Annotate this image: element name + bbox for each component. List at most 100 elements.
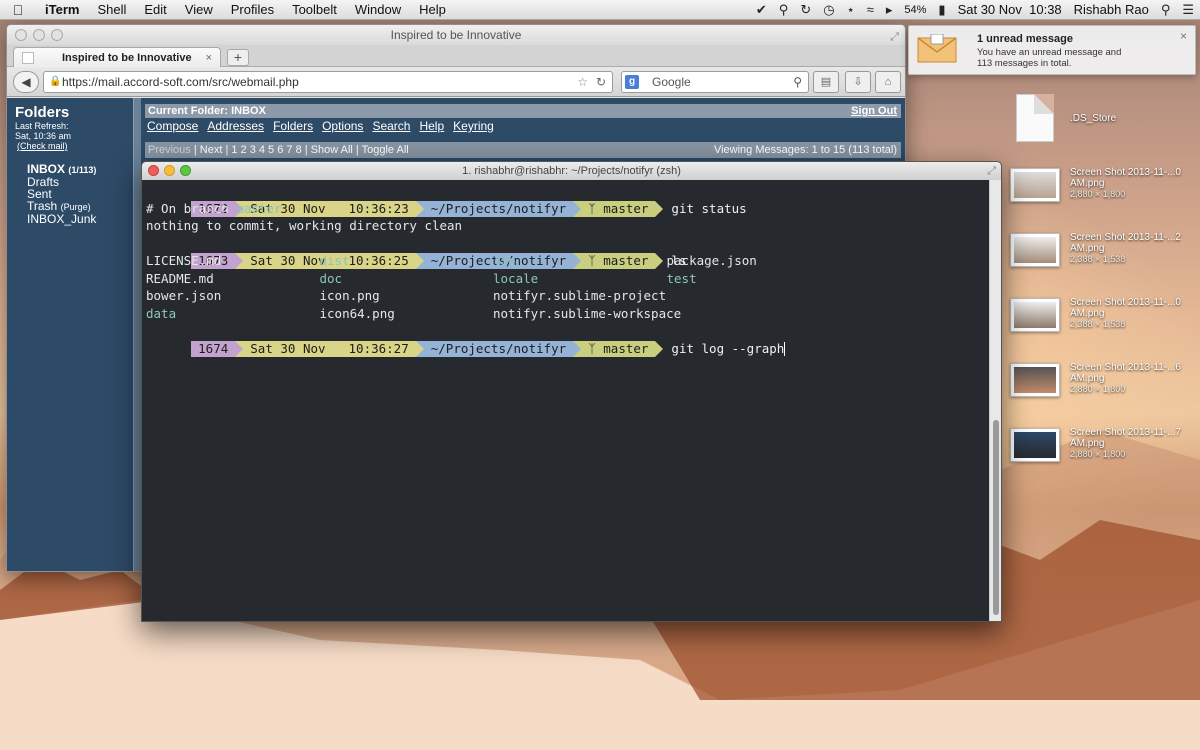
bluetooth-icon[interactable]: ⋆ [841, 0, 861, 20]
menu-profiles[interactable]: Profiles [222, 0, 283, 20]
current-folder: Current Folder: INBOX [148, 105, 266, 117]
screenshot-label[interactable]: Screen Shot 2013-11-...7 AM.png 2,880 × 1… [1070, 427, 1195, 460]
ds-store-label[interactable]: .DS_Store [1070, 113, 1116, 124]
spotlight-icon[interactable]: ⚲ [1155, 0, 1177, 20]
screenshot-label[interactable]: Screen Shot 2013-11-...0 AM.png 2,880 × 1… [1070, 167, 1195, 200]
folder-sidebar: Folders Last Refresh: Sat, 10:36 am (Che… [7, 98, 133, 571]
nav-addresses[interactable]: Addresses [207, 119, 264, 133]
frame-divider[interactable] [133, 98, 141, 571]
pager-links[interactable]: | Next | 1 2 3 4 5 6 7 8 | Show All | To… [194, 144, 409, 156]
url-bar[interactable]: 🔒 https://mail.accord-soft.com/src/webma… [43, 71, 613, 93]
iterm-titlebar[interactable]: 1. rishabhr@rishabhr: ~/Projects/notifyr… [142, 162, 1001, 180]
terminal-output[interactable]: 1672 Sat 30 Nov 10:36:23 ~/Projects/noti… [142, 180, 991, 621]
pager-previous[interactable]: Previous [148, 144, 191, 156]
branch-icon: ᛉ [588, 340, 596, 356]
apple-menu-icon[interactable]:  [0, 2, 36, 18]
time-machine-icon[interactable]: ◷ [817, 0, 840, 20]
search-bar[interactable]: g Google ⚲ [621, 71, 809, 93]
menu-view[interactable]: View [176, 0, 222, 20]
battery-icon[interactable]: ▮ [932, 0, 951, 20]
menu-toolbelt[interactable]: Toolbelt [283, 0, 346, 20]
output-line: nothing to commit, working directory cle… [146, 218, 463, 233]
close-tab-icon[interactable]: × [206, 48, 212, 68]
menu-edit[interactable]: Edit [135, 0, 175, 20]
lock-icon: 🔒 [49, 76, 62, 87]
iterm-zoom-button[interactable] [180, 165, 191, 176]
sync-status-icon[interactable]: ↻ [794, 0, 817, 20]
notification-title: 1 unread message [977, 33, 1073, 45]
checkmark-status-icon[interactable]: ✔ [750, 0, 773, 20]
user-name[interactable]: Rishabh Rao [1068, 0, 1155, 20]
ls-row: bower.json icon.png notifyr.sublime-projec… [146, 288, 667, 303]
screenshot-label[interactable]: Screen Shot 2013-11-...2 AM.png 2,388 × 1… [1070, 232, 1195, 265]
notification-banner[interactable]: 1 unread message You have an unread mess… [908, 25, 1196, 75]
iterm-fullscreen-icon[interactable]: ⤢ [987, 162, 996, 180]
menu-window[interactable]: Window [346, 0, 410, 20]
iterm-window: 1. rishabhr@rishabhr: ~/Projects/notifyr… [141, 161, 1002, 622]
mail-envelope-icon [917, 34, 957, 63]
menu-app-iterm[interactable]: iTerm [36, 0, 88, 20]
nav-compose[interactable]: Compose [147, 119, 198, 133]
minimize-window-button[interactable] [33, 29, 45, 41]
home-button[interactable]: ⌂ [875, 71, 901, 93]
new-tab-button[interactable]: + [227, 49, 249, 66]
scrollbar-thumb[interactable] [993, 420, 999, 615]
terminal-scrollbar[interactable] [989, 180, 1001, 621]
key-status-icon[interactable]: ⚲ [773, 0, 795, 20]
fullscreen-icon[interactable]: ⤢ [890, 27, 899, 47]
nav-folders[interactable]: Folders [273, 119, 313, 133]
bookmark-star-icon[interactable]: ☆ [577, 72, 588, 92]
ls-row: data icon64.png notifyr.sublime-workspace [146, 305, 682, 321]
search-engine-icon[interactable]: g [625, 75, 639, 89]
iterm-close-button[interactable] [148, 165, 159, 176]
screenshot-thumbnail[interactable] [1010, 233, 1060, 267]
nav-options[interactable]: Options [322, 119, 363, 133]
notification-body: You have an unread message and 113 messa… [977, 47, 1122, 69]
prompt-line: 1672 Sat 30 Nov 10:36:23 ~/Projects/noti… [146, 182, 987, 217]
clock[interactable]: Sat 30 Nov 10:38 [952, 0, 1068, 20]
url-text: https://mail.accord-soft.com/src/webmail… [62, 75, 299, 89]
screenshot-thumbnail[interactable] [1010, 363, 1060, 397]
folder-inbox-junk[interactable]: INBOX_Junk [27, 213, 125, 225]
tab-title: Inspired to be Innovative [62, 52, 192, 64]
check-mail-link[interactable]: (Check mail) [15, 141, 125, 151]
downloads-button[interactable]: ⇩ [845, 71, 871, 93]
prompt-line: 1673 Sat 30 Nov 10:36:25 ~/Projects/noti… [146, 235, 987, 269]
iterm-window-controls [148, 165, 191, 176]
browser-titlebar[interactable]: Inspired to be Innovative ⤢ [7, 25, 905, 45]
tab-strip: Inspired to be Innovative × + [7, 45, 905, 68]
command-input[interactable]: git log --graph [671, 341, 784, 356]
text-cursor [784, 342, 786, 356]
screenshot-label[interactable]: Screen Shot 2013-11-...6 AM.png 2,880 × 1… [1070, 362, 1195, 395]
back-button[interactable]: ◀ [13, 71, 39, 93]
notification-center-icon[interactable]: ☰ [1176, 0, 1200, 20]
volume-icon[interactable]: ▸ [880, 0, 899, 20]
battery-percentage[interactable]: 54% [898, 0, 932, 20]
ls-row: LICENSE.md dist lib package.json [146, 253, 757, 268]
pager-bar: Previous | Next | 1 2 3 4 5 6 7 8 | Show… [145, 142, 901, 158]
close-window-button[interactable] [15, 29, 27, 41]
notification-close-icon[interactable]: × [1180, 29, 1187, 43]
nav-keyring[interactable]: Keyring [453, 119, 494, 133]
screenshot-thumbnail[interactable] [1010, 428, 1060, 462]
bookmarks-button[interactable]: ▤ [813, 71, 839, 93]
ds-store-file-icon[interactable] [1016, 94, 1054, 142]
status-area: ✔ ⚲ ↻ ◷ ⋆ ≈ ▸ 54% ▮ Sat 30 Nov 10:38 Ris… [750, 0, 1200, 20]
iterm-minimize-button[interactable] [164, 165, 175, 176]
menu-shell[interactable]: Shell [88, 0, 135, 20]
tab-webmail[interactable]: Inspired to be Innovative × [13, 47, 221, 68]
message-list-pane: Current Folder: INBOX Sign Out Compose A… [145, 104, 901, 158]
zoom-window-button[interactable] [51, 29, 63, 41]
wifi-icon[interactable]: ≈ [861, 0, 880, 20]
purge-link[interactable]: (Purge) [61, 202, 91, 212]
nav-help[interactable]: Help [419, 119, 444, 133]
reload-icon[interactable]: ↻ [596, 72, 606, 92]
sign-out-link[interactable]: Sign Out [851, 104, 897, 118]
last-refresh-label: Last Refresh: [15, 121, 69, 131]
screenshot-thumbnail[interactable] [1010, 168, 1060, 202]
folder-list: INBOX (1/113) Drafts Sent Trash (Purge) … [15, 163, 125, 225]
screenshot-label[interactable]: Screen Shot 2013-11-...0 AM.png 2,388 × 1… [1070, 297, 1195, 330]
screenshot-thumbnail[interactable] [1010, 298, 1060, 332]
nav-search[interactable]: Search [372, 119, 410, 133]
menu-help[interactable]: Help [410, 0, 455, 20]
